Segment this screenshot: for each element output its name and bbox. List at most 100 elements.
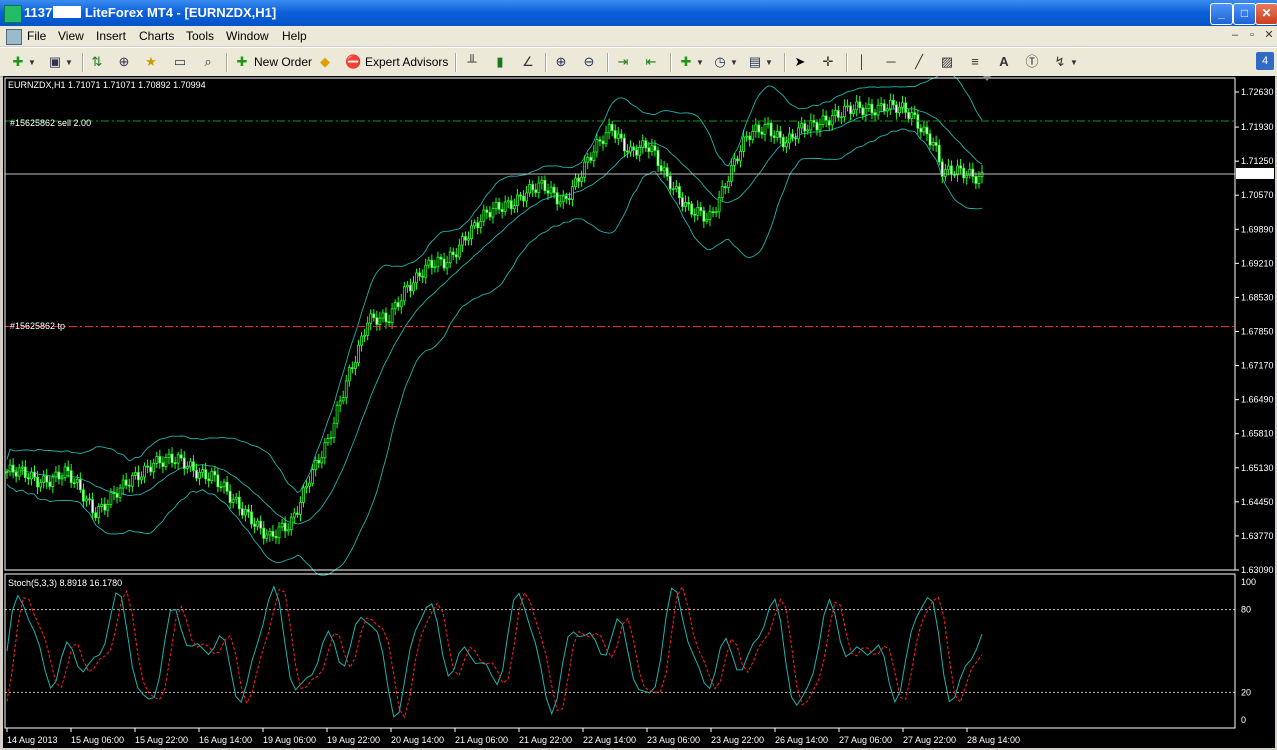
- candle-body: [619, 133, 623, 139]
- menu-tools[interactable]: Tools: [186, 29, 214, 43]
- toolbar-separator: [82, 53, 84, 72]
- candle-body: [516, 194, 519, 207]
- profiles-button[interactable]: ▣ ▼: [47, 52, 73, 72]
- terminal-button[interactable]: ▭: [172, 52, 188, 72]
- indicators-button[interactable]: ✚ ▼: [678, 52, 704, 72]
- candle-body: [836, 110, 840, 118]
- price-chart[interactable]: 1.72630 1.71930 1.71250 1.70570 1.69890 1.692…: [3, 76, 1275, 748]
- candle-body: [604, 132, 608, 145]
- mdi-minimize-button[interactable]: –: [1228, 29, 1242, 42]
- candle-body: [733, 158, 736, 166]
- text-tool-button[interactable]: A: [996, 52, 1012, 72]
- text-label-button[interactable]: Ⓣ: [1024, 52, 1040, 72]
- app-icon: [4, 5, 22, 23]
- fibonacci-button[interactable]: ≡: [967, 52, 983, 72]
- candle-body: [412, 282, 415, 292]
- templates-button[interactable]: ▤ ▼: [747, 52, 773, 72]
- market-watch-button[interactable]: ⇅: [89, 52, 105, 72]
- document-icon[interactable]: [6, 29, 22, 45]
- candle-body: [757, 124, 761, 133]
- candle-body: [708, 211, 712, 220]
- candle-body: [399, 300, 403, 308]
- candle-body: [45, 475, 49, 483]
- line-chart-button[interactable]: ∠: [520, 52, 536, 72]
- candle-body: [121, 479, 125, 489]
- candle-body: [262, 527, 266, 539]
- expert-advisors-button[interactable]: ⛔ Expert Advisors: [345, 52, 448, 72]
- close-button[interactable]: ✕: [1255, 3, 1277, 25]
- candle-body: [797, 127, 801, 140]
- candle-body: [812, 120, 816, 123]
- menu-insert[interactable]: Insert: [96, 29, 126, 43]
- candle-body: [601, 140, 605, 145]
- zoom-out-button[interactable]: ⊖: [581, 52, 597, 72]
- candle-body: [830, 115, 834, 126]
- candle-body: [592, 151, 596, 161]
- candle-body: [384, 312, 388, 323]
- menu-help[interactable]: Help: [282, 29, 307, 43]
- menu-window[interactable]: Window: [226, 29, 269, 43]
- data-window-button[interactable]: ⊕: [116, 52, 132, 72]
- cursor-tool-button[interactable]: ➤: [792, 52, 808, 72]
- candle-body: [75, 478, 79, 484]
- arrows-button[interactable]: ↯ ▼: [1052, 52, 1078, 72]
- crosshair-icon: ✛: [822, 54, 834, 69]
- candle-body: [616, 133, 620, 139]
- candle-body: [861, 107, 865, 116]
- metaeditor-button[interactable]: ◆: [317, 52, 333, 72]
- crosshair-tool-button[interactable]: ✛: [820, 52, 836, 72]
- candle-body: [66, 466, 70, 472]
- price-tick-label: 1.63090: [1241, 565, 1274, 575]
- candle-body: [115, 493, 119, 498]
- candle-body: [23, 466, 27, 478]
- window-count-badge[interactable]: 4: [1256, 52, 1274, 70]
- bar-chart-button[interactable]: ╨: [464, 52, 480, 72]
- menu-charts[interactable]: Charts: [139, 29, 174, 43]
- stochastic-level-label: 100: [1241, 577, 1256, 587]
- candle-body: [149, 466, 153, 473]
- minimize-button[interactable]: _: [1210, 3, 1233, 25]
- candle-body: [57, 471, 61, 480]
- candle-body: [833, 110, 837, 117]
- price-tick-label: 1.67170: [1241, 361, 1274, 371]
- vertical-line-button[interactable]: │: [854, 52, 870, 72]
- menu-view[interactable]: View: [58, 29, 84, 43]
- stochastic-level-label: 80: [1241, 605, 1251, 615]
- equidistant-channel-button[interactable]: ▨: [939, 52, 955, 72]
- candle-body: [531, 184, 535, 191]
- candle-body: [919, 127, 923, 133]
- navigator-button[interactable]: ★: [143, 52, 159, 72]
- candlestick-chart-button[interactable]: ▮: [492, 52, 508, 72]
- toolbar-separator: [226, 53, 228, 72]
- candle-body: [26, 477, 30, 480]
- candle-body: [292, 512, 296, 518]
- toolbar-separator: [784, 53, 786, 72]
- zoom-in-button[interactable]: ⊕: [553, 52, 569, 72]
- maximize-button[interactable]: □: [1233, 3, 1256, 25]
- new-order-button[interactable]: ✚ New Order: [234, 52, 312, 72]
- candle-body: [433, 266, 437, 269]
- candle-body: [946, 165, 950, 171]
- chart-shift-button[interactable]: ⇤: [643, 52, 659, 72]
- menu-file[interactable]: File: [27, 29, 46, 43]
- line-chart-icon: ∠: [522, 54, 534, 69]
- new-chart-button[interactable]: ✚ ▼: [10, 52, 36, 72]
- strategy-tester-button[interactable]: ⌕: [200, 52, 216, 72]
- candle-body: [644, 140, 648, 149]
- candle-body: [173, 462, 177, 465]
- candle-body: [222, 481, 226, 488]
- mdi-restore-button[interactable]: ▫: [1245, 29, 1259, 42]
- mdi-close-button[interactable]: ✕: [1262, 29, 1276, 42]
- periods-button[interactable]: ◷ ▼: [712, 52, 738, 72]
- candle-body: [418, 272, 422, 277]
- horizontal-line-button[interactable]: ─: [883, 52, 899, 72]
- trendline-button[interactable]: ╱: [911, 52, 927, 72]
- auto-scroll-button[interactable]: ⇥: [615, 52, 631, 72]
- candle-body: [962, 167, 966, 179]
- folder-star-icon: ★: [145, 54, 157, 69]
- magnifier-chart-icon: ⌕: [204, 54, 212, 69]
- candle-body: [959, 165, 963, 169]
- zoom-in-icon: ⊕: [555, 54, 567, 69]
- time-tick-label: 20 Aug 14:00: [391, 735, 444, 745]
- chart-window[interactable]: 1.72630 1.71930 1.71250 1.70570 1.69890 1.692…: [3, 76, 1275, 748]
